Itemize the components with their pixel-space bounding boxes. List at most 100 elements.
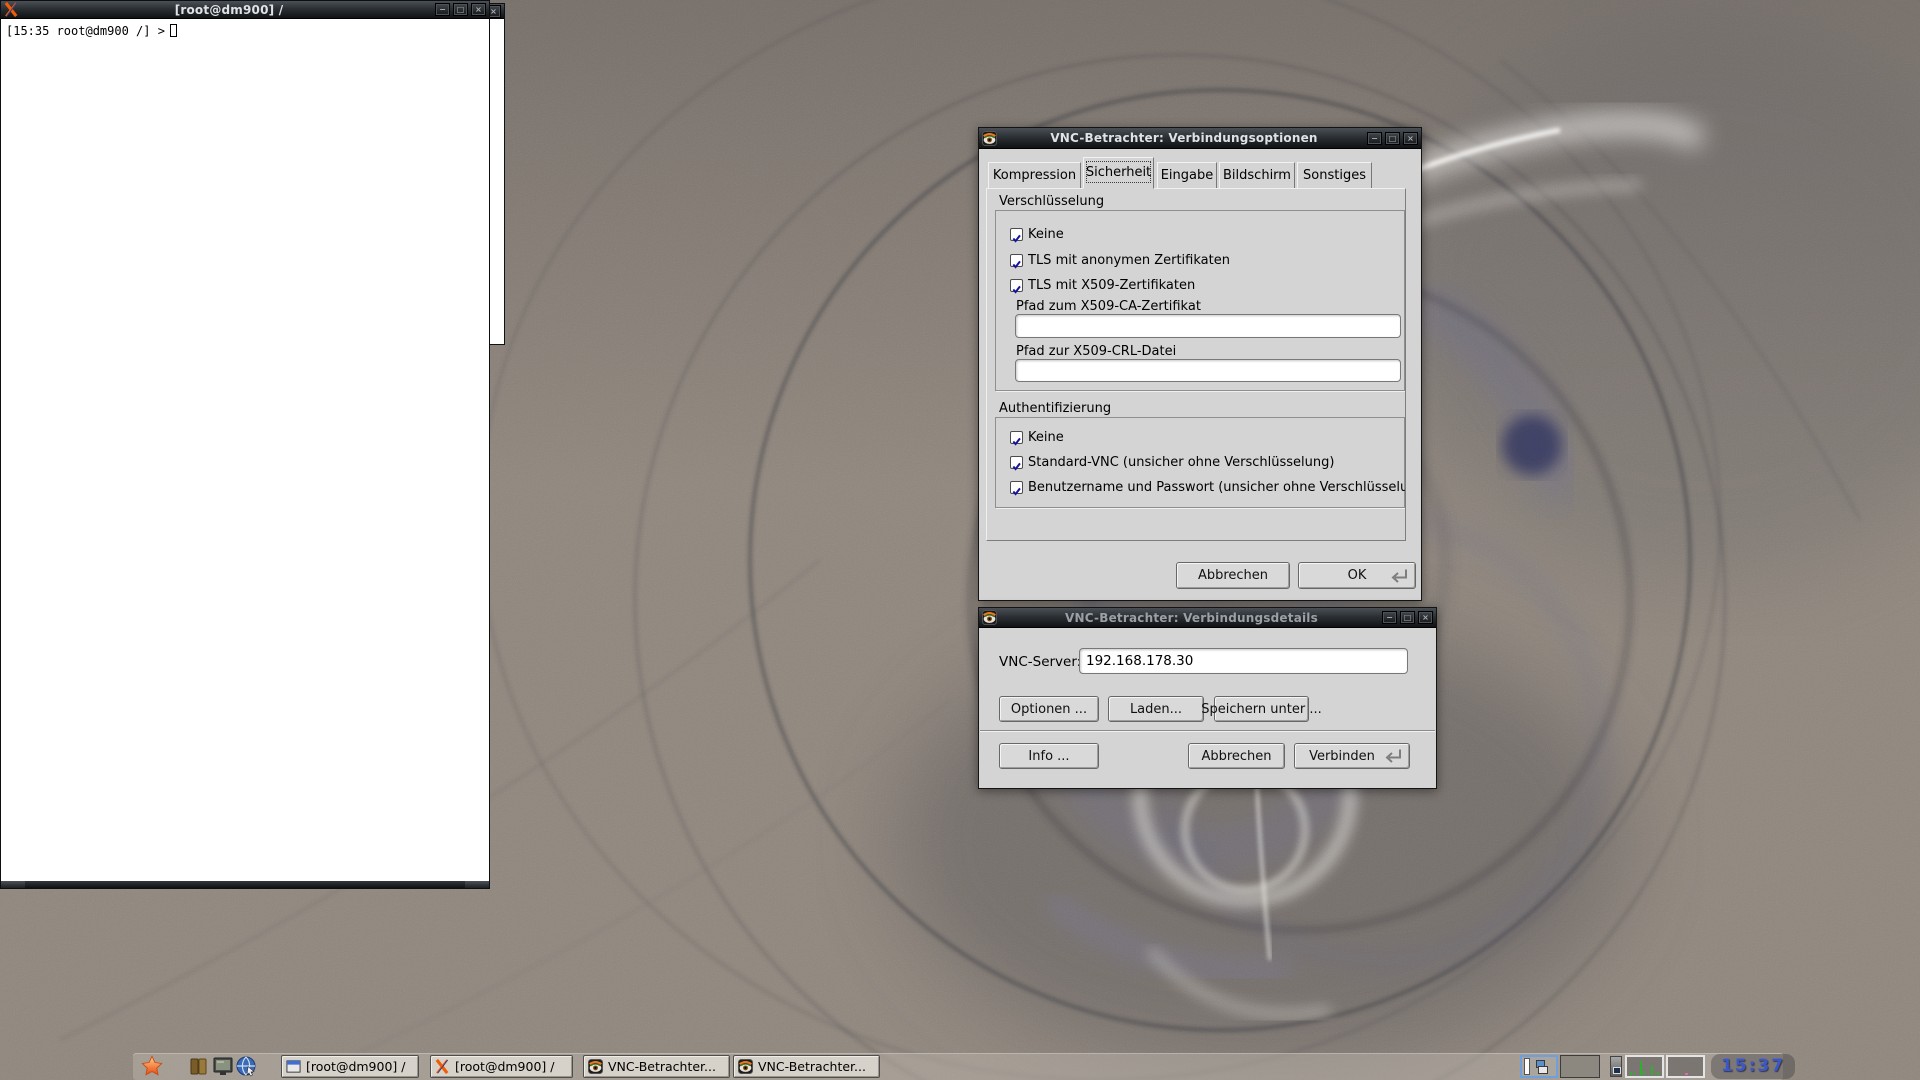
graph-bar [1634, 1073, 1636, 1075]
minimize-icon[interactable]: − [435, 3, 450, 16]
maximize-icon[interactable]: □ [453, 3, 468, 16]
mini-window [1524, 1058, 1530, 1075]
minimize-icon[interactable]: − [1367, 132, 1382, 145]
xterm-icon [4, 2, 19, 17]
enter-key-icon [1380, 748, 1404, 765]
taskbar-window-terminal-2[interactable]: [root@dm900] / [430, 1055, 573, 1078]
taskbar-window-vnc-2[interactable]: VNC-Betrachter... [733, 1055, 880, 1078]
close-icon[interactable]: × [1403, 132, 1418, 145]
window-resize-bar[interactable] [1, 881, 489, 888]
server-input[interactable] [1079, 648, 1408, 674]
load-button-label: Laden... [1130, 702, 1182, 717]
tab-kompression[interactable]: Kompression [988, 162, 1081, 188]
minimize-icon[interactable]: − [1382, 611, 1397, 624]
crl-path-label: Pfad zur X509-CRL-Datei [1016, 344, 1176, 359]
checkbox-standard-vnc[interactable] [1010, 456, 1023, 469]
check-icon [1011, 259, 1022, 270]
cancel-button[interactable]: Abbrechen [1176, 562, 1290, 589]
close-icon[interactable]: × [471, 3, 486, 16]
file-manager-icon[interactable] [188, 1055, 210, 1077]
xterm-icon [435, 1059, 450, 1074]
tab-sicherheit[interactable]: Sicherheit [1083, 157, 1154, 189]
options-button[interactable]: Optionen ... [999, 696, 1099, 722]
vnc-eye-icon [982, 610, 997, 625]
terminal-titlebar[interactable]: [root@dm900] / − □ × [1, 1, 489, 19]
check-icon [1011, 284, 1022, 295]
connect-button-label: Verbinden [1309, 749, 1375, 764]
vnc-eye-icon [982, 131, 997, 146]
taskbar-window-label: VNC-Betrachter... [758, 1059, 866, 1074]
vnc-eye-icon [588, 1059, 603, 1074]
resize-grip-right[interactable] [465, 881, 489, 888]
maximize-icon[interactable]: □ [1400, 611, 1415, 624]
graph-bar [1630, 1072, 1632, 1075]
maximize-icon[interactable]: □ [1385, 132, 1400, 145]
ok-button[interactable]: OK [1298, 562, 1416, 589]
checkbox-tls-x509[interactable] [1010, 279, 1023, 292]
workspace-1-active[interactable] [1520, 1055, 1558, 1078]
load-button[interactable]: Laden... [1108, 696, 1204, 722]
vnc-details-dialog[interactable]: VNC-Betrachter: Verbindungsdetails − □ ×… [978, 607, 1437, 789]
ca-path-input[interactable] [1015, 314, 1401, 338]
taskbar-window-terminal-1[interactable]: [root@dm900] / [281, 1055, 419, 1078]
checkbox-label[interactable]: Keine [1028, 431, 1064, 445]
menu-star-icon[interactable] [141, 1055, 163, 1077]
terminal-window[interactable]: [root@dm900] / − □ × [15:35 root@dm900 /… [0, 0, 490, 889]
tab-eingabe[interactable]: Eingabe [1157, 162, 1217, 188]
checkbox-keine[interactable] [1010, 228, 1023, 241]
taskbar-window-label: VNC-Betrachter... [608, 1059, 716, 1074]
taskbar-window-label: [root@dm900] / [455, 1059, 554, 1074]
taskbar-window-label: [root@dm900] / [306, 1059, 405, 1074]
desktop: × [root@dm900] / − □ × [15:35 root@dm900… [0, 0, 1920, 1080]
check-icon [1011, 461, 1022, 472]
tab-bildschirm[interactable]: Bildschirm [1219, 162, 1295, 188]
dialog-title: VNC-Betrachter: Verbindungsdetails [1001, 611, 1382, 625]
ok-button-label: OK [1348, 568, 1367, 583]
checkbox-label[interactable]: TLS mit anonymen Zertifikaten [1028, 254, 1230, 268]
authentication-legend: Authentifizierung [999, 401, 1111, 416]
dialog-title: VNC-Betrachter: Verbindungsoptionen [1001, 131, 1367, 145]
checkbox-tls-anonym[interactable] [1010, 254, 1023, 267]
checkbox-user-passwort[interactable] [1010, 481, 1023, 494]
authentication-group: Keine Standard-VNC (unsicher ohne Versch… [995, 417, 1405, 508]
security-tab-panel: Verschlüsselung Keine TLS mit anonymen Z… [986, 188, 1406, 541]
checkbox-label[interactable]: Standard-VNC (unsicher ohne Verschlüssel… [1028, 456, 1334, 470]
tray-applet[interactable] [1610, 1056, 1622, 1077]
connect-button[interactable]: Verbinden [1294, 743, 1410, 769]
graph-bar [1643, 1071, 1645, 1075]
graph-dot [1685, 1073, 1688, 1075]
checkbox-label[interactable]: TLS mit X509-Zertifikaten [1028, 279, 1195, 293]
divider [980, 730, 1435, 732]
crl-path-input[interactable] [1015, 359, 1401, 382]
encryption-legend: Verschlüsselung [999, 194, 1104, 209]
checkbox-auth-keine[interactable] [1010, 431, 1023, 444]
checkbox-label[interactable]: Keine [1028, 228, 1064, 242]
dialog-titlebar[interactable]: VNC-Betrachter: Verbindungsoptionen − □ … [979, 128, 1421, 149]
close-icon[interactable]: × [1418, 611, 1433, 624]
terminal-content[interactable]: [15:35 root@dm900 /] > [1, 19, 489, 881]
graph-bar [1651, 1066, 1653, 1075]
cpu-graph[interactable] [1625, 1055, 1664, 1078]
tab-sonstiges[interactable]: Sonstiges [1297, 162, 1372, 188]
info-button-label: Info ... [1028, 749, 1069, 764]
mini-screen-icon [1613, 1067, 1621, 1074]
cancel-button[interactable]: Abbrechen [1188, 743, 1285, 769]
dialog-titlebar[interactable]: VNC-Betrachter: Verbindungsdetails − □ × [979, 608, 1436, 628]
resize-grip-left[interactable] [1, 881, 25, 888]
workspace-2[interactable] [1560, 1055, 1600, 1078]
terminal-window-icon [286, 1059, 301, 1074]
vnc-options-dialog[interactable]: VNC-Betrachter: Verbindungsoptionen − □ … [978, 127, 1422, 601]
check-icon [1011, 233, 1022, 244]
taskbar-window-vnc-1[interactable]: VNC-Betrachter... [583, 1055, 730, 1078]
info-button[interactable]: Info ... [999, 743, 1099, 769]
vnc-eye-icon [738, 1059, 753, 1074]
save-as-button-label: Speichern unter ... [1201, 702, 1321, 717]
browser-globe-icon[interactable] [235, 1055, 257, 1077]
terminal-monitor-icon[interactable] [212, 1055, 234, 1077]
encryption-group: Keine TLS mit anonymen Zertifikaten TLS … [995, 210, 1405, 391]
save-as-button[interactable]: Speichern unter ... [1214, 696, 1309, 722]
network-graph[interactable] [1666, 1055, 1705, 1078]
graph-bar [1640, 1061, 1642, 1075]
checkbox-label[interactable]: Benutzername und Passwort (unsicher ohne… [1028, 481, 1406, 495]
taskbar-clock[interactable]: 15:37 [1711, 1054, 1795, 1079]
